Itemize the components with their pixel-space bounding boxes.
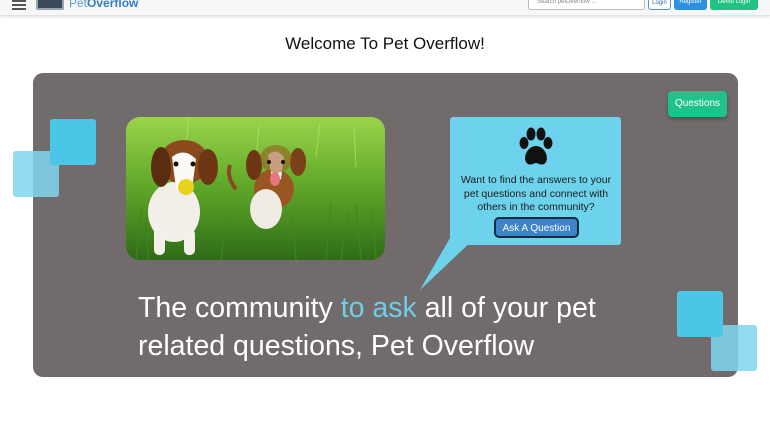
hamburger-menu-icon[interactable] [12,0,26,10]
login-button[interactable]: Login [648,0,671,10]
callout-text: Want to find the answers to your pet que… [460,174,612,213]
questions-button[interactable]: Questions [668,91,727,117]
logo-prefix: Pet [69,0,88,10]
page-title: Welcome To Pet Overflow! [285,34,485,53]
register-button[interactable]: Register [674,0,707,10]
site-logo-text[interactable]: PetOverflow [69,0,138,10]
hero-tagline: The community to ask all of your pet rel… [138,289,658,365]
decorative-square [677,291,723,337]
speech-bubble-tail [420,238,475,290]
top-navbar: PetOverflow Search petOverflow ... Login… [0,0,770,16]
decorative-square [50,119,96,165]
demo-login-button[interactable]: Demo Login [710,0,758,10]
beagles-photo [126,117,385,260]
paw-print-icon [519,127,553,165]
search-input[interactable]: Search petOverflow ... [528,0,645,10]
tagline-highlight: to ask [340,292,417,324]
logo-image[interactable] [36,0,64,10]
ask-question-button[interactable]: Ask A Question [494,217,579,238]
tagline-part-1: The community [138,292,341,324]
logo-suffix: Overflow [87,0,139,10]
